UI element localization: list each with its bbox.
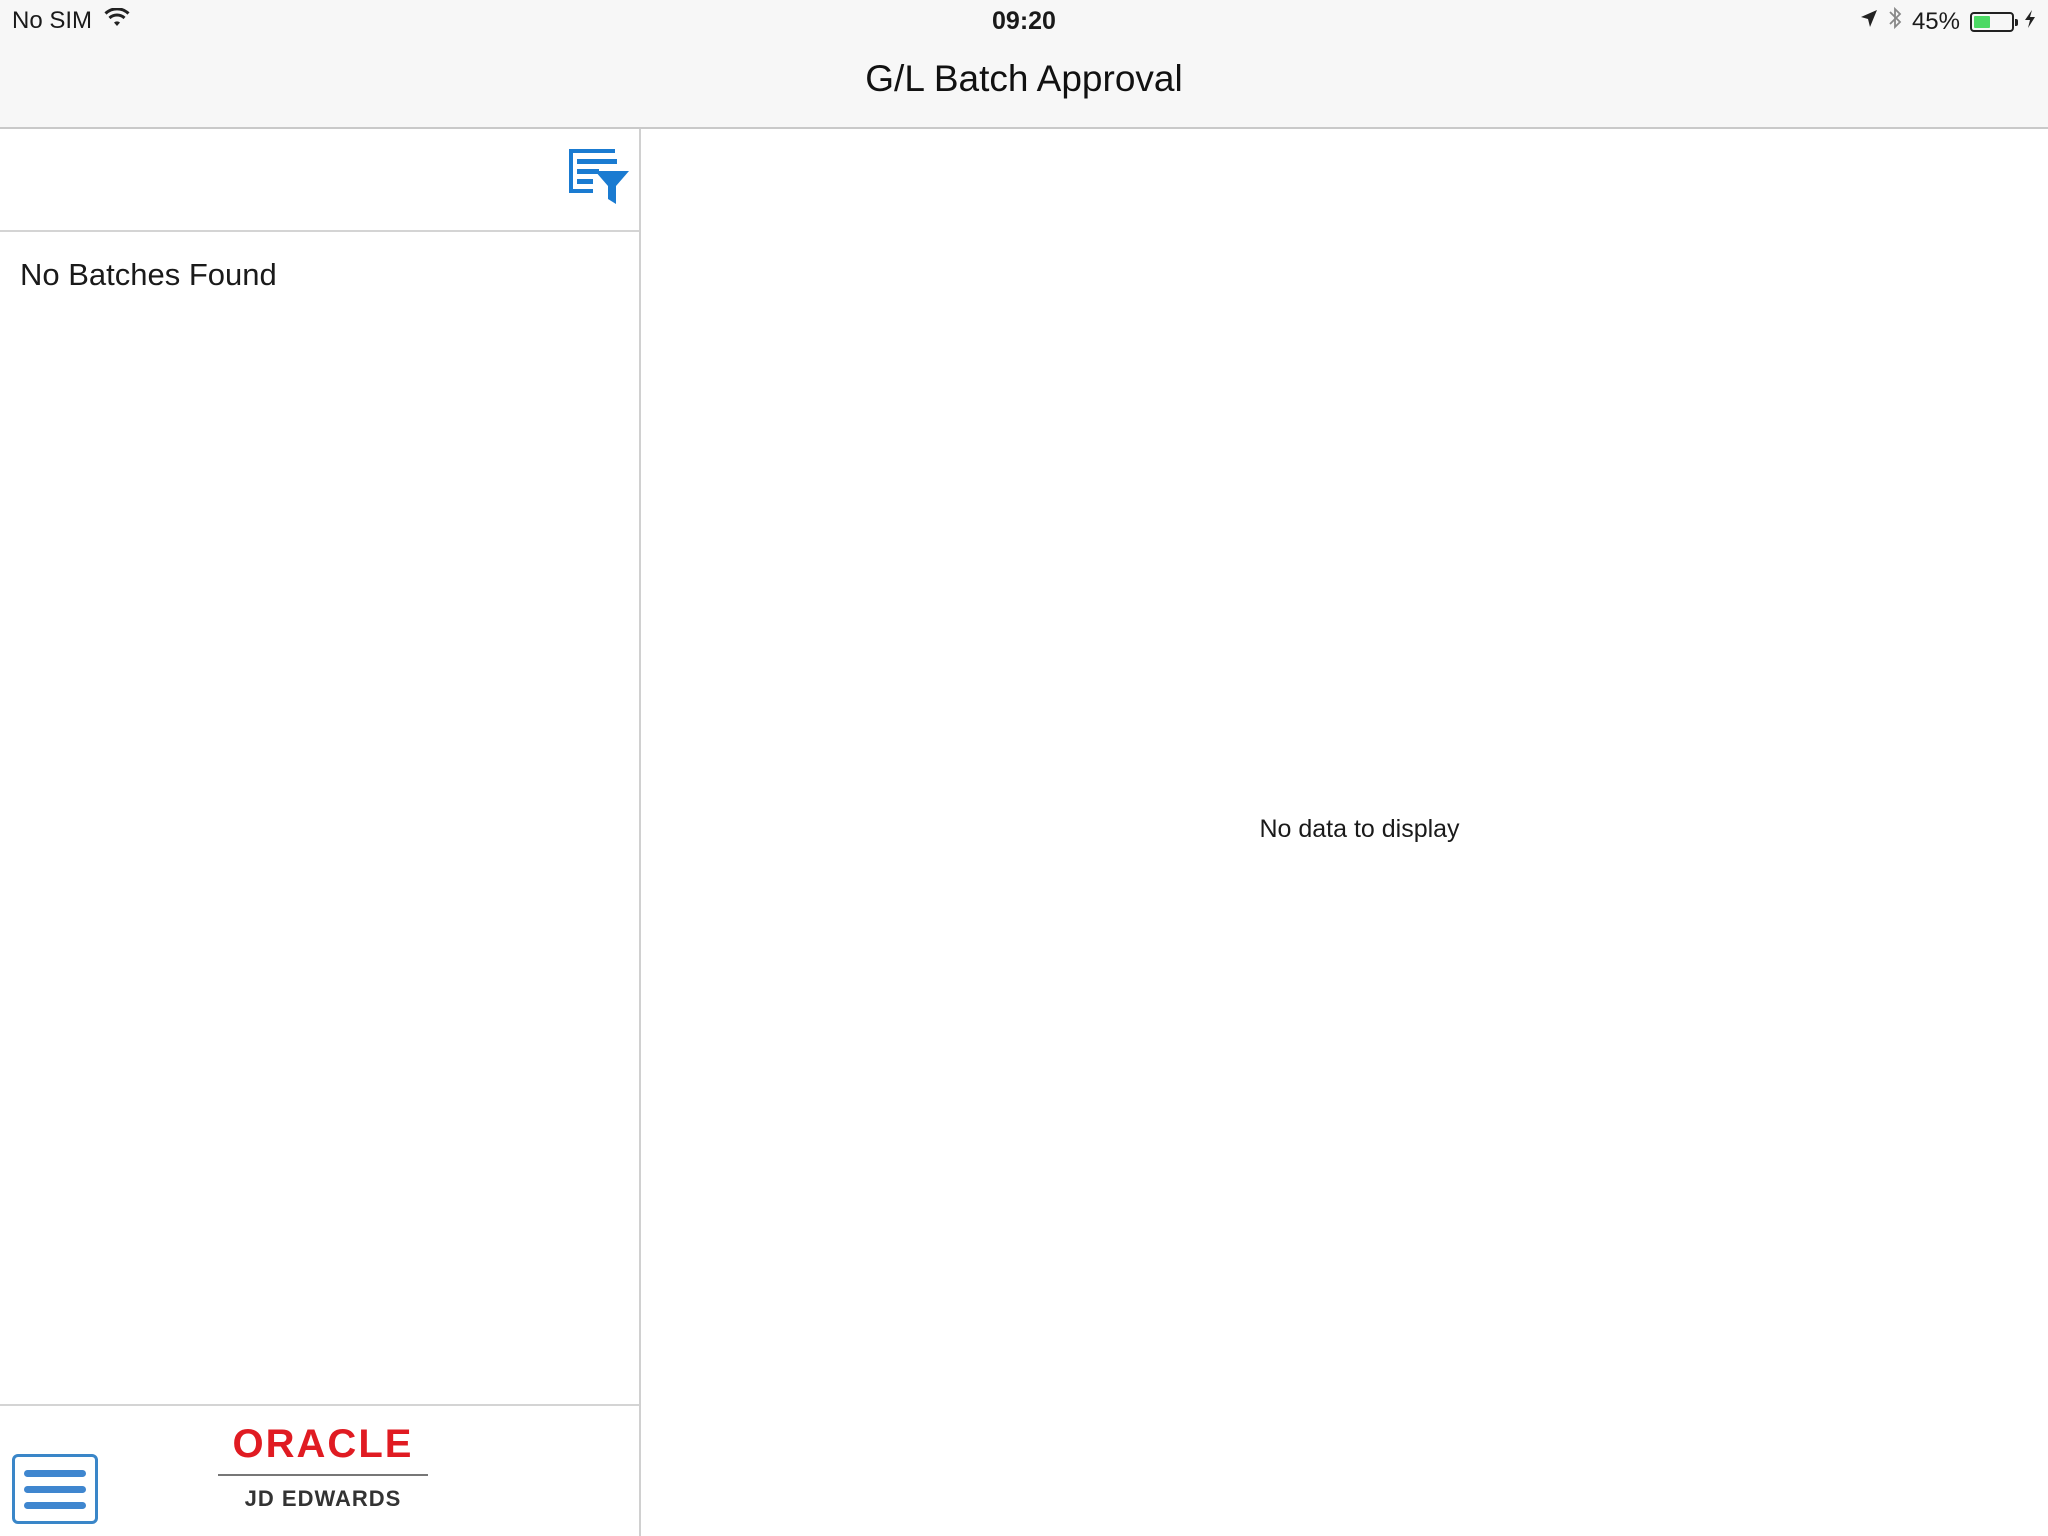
menu-line <box>24 1469 86 1477</box>
oracle-jd-edwards-logo: ORACLE JD EDWARDS <box>218 1424 428 1512</box>
menu-line <box>24 1485 86 1493</box>
logo-divider <box>218 1474 428 1476</box>
empty-detail-message: No data to display <box>1259 815 1460 843</box>
batch-detail-pane: No data to display <box>641 129 2048 1536</box>
menu-line <box>24 1501 86 1509</box>
status-right-group: 45% <box>1860 6 2036 37</box>
charging-bolt-icon <box>2024 8 2036 36</box>
top-bar: No SIM 09:20 45% G/L Batch Approval <box>0 0 2048 129</box>
batch-list-pane: No Batches Found ORACLE JD EDWARDS <box>0 129 641 1536</box>
bluetooth-icon <box>1888 6 1902 37</box>
logo-oracle-text: ORACLE <box>232 1422 414 1466</box>
list-toolbar <box>0 129 639 232</box>
page-title: G/L Batch Approval <box>865 58 1183 99</box>
clock: 09:20 <box>992 7 1056 35</box>
logo-jde-text: JD EDWARDS <box>244 1486 402 1511</box>
battery-level <box>1974 15 1991 28</box>
status-bar: No SIM 09:20 45% <box>0 0 2048 42</box>
battery-percent: 45% <box>1911 7 1960 35</box>
filter-icon[interactable] <box>567 147 631 207</box>
list-footer: ORACLE JD EDWARDS <box>0 1404 639 1536</box>
hamburger-menu-icon[interactable] <box>12 1454 98 1524</box>
location-arrow-icon <box>1860 8 1878 36</box>
battery-icon <box>1970 11 2018 32</box>
empty-list-message: No Batches Found <box>20 257 277 292</box>
